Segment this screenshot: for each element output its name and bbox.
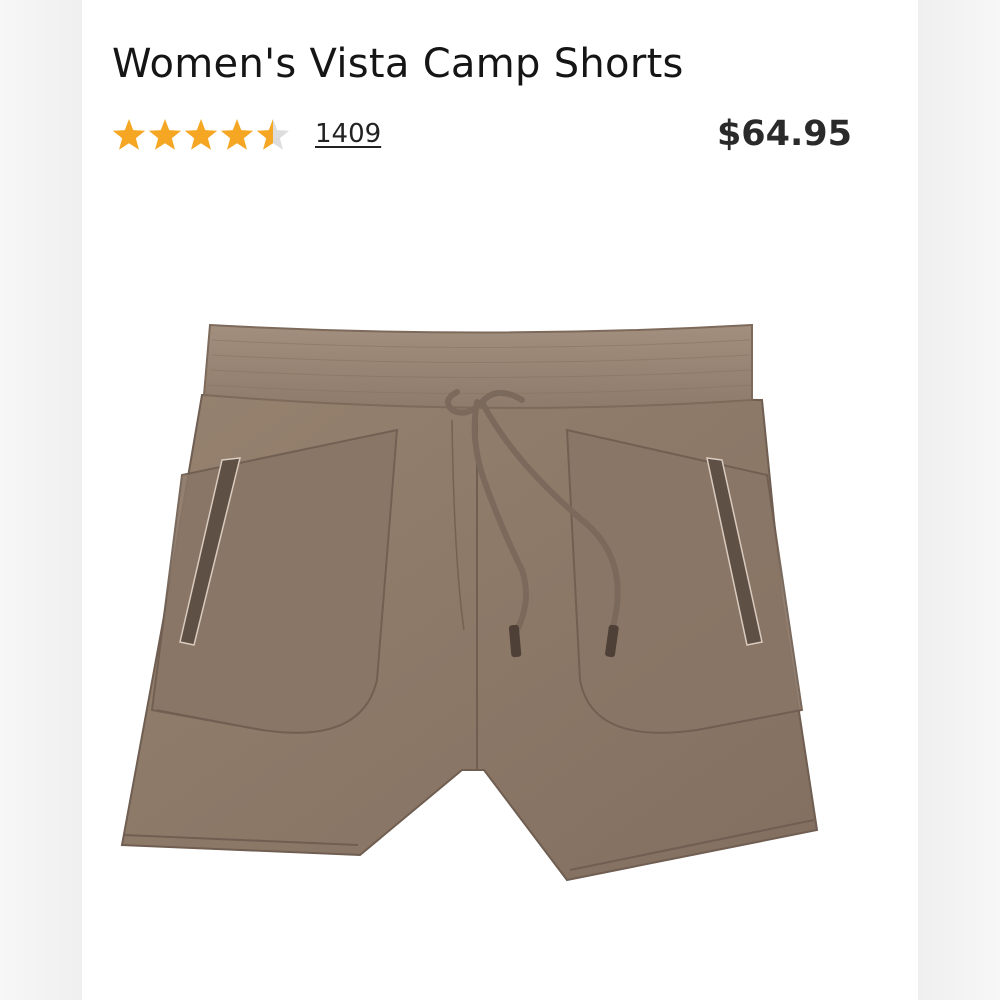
right-pocket [565, 428, 804, 734]
stars-svg [112, 119, 290, 150]
star-icon [184, 119, 218, 150]
star-icon [112, 119, 146, 150]
review-count-link[interactable]: 1409 [315, 119, 381, 149]
product-price: $64.95 [716, 114, 852, 154]
rating-row: 1409 $64.95 [112, 110, 852, 158]
star-rating[interactable] [112, 118, 292, 152]
left-pocket [150, 428, 399, 734]
star-icon [256, 119, 290, 150]
shorts-illustration [120, 323, 819, 882]
product-title: Women's Vista Camp Shorts [112, 41, 684, 87]
left-margin [0, 0, 82, 1000]
waistband [202, 323, 753, 409]
star-icon [220, 119, 254, 150]
right-margin [918, 0, 1000, 1000]
star-icon [148, 119, 182, 150]
product-card: Women's Vista Camp Shorts 1409 $64.95 [82, 0, 918, 1000]
product-image [112, 300, 852, 920]
